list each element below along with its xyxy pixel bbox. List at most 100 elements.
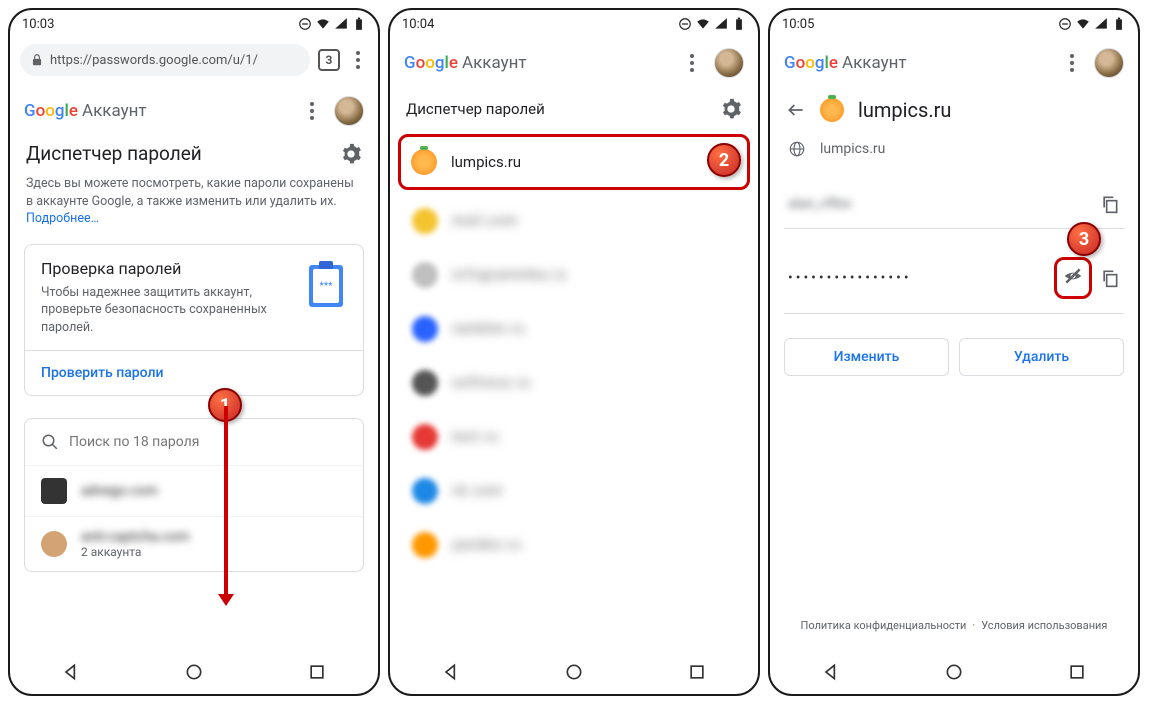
globe-icon bbox=[788, 140, 806, 158]
avatar[interactable] bbox=[334, 96, 364, 126]
password-row-blurred[interactable]: rambler.ru bbox=[390, 302, 758, 356]
more-menu-icon[interactable] bbox=[1062, 53, 1082, 73]
home-nav-icon[interactable] bbox=[564, 662, 584, 682]
eye-off-icon[interactable] bbox=[1063, 266, 1083, 286]
site-name-blurred: mail.com bbox=[452, 213, 518, 229]
more-menu-icon[interactable] bbox=[682, 53, 702, 73]
page-title: Диспетчер паролей bbox=[26, 142, 202, 165]
password-row-blurred[interactable]: vk.com bbox=[390, 464, 758, 518]
password-row[interactable]: anti-captcha.com 2 аккаунта bbox=[25, 516, 363, 571]
recent-nav-icon[interactable] bbox=[1067, 662, 1087, 682]
google-header: Google Аккаунт bbox=[770, 38, 1138, 88]
page-title: Диспетчер паролей bbox=[406, 100, 545, 118]
edit-button[interactable]: Изменить bbox=[784, 338, 949, 376]
home-nav-icon[interactable] bbox=[944, 662, 964, 682]
phone-screen-3: 10:05 Google Аккаунт lumpics.ru lumpics.… bbox=[768, 8, 1140, 696]
site-name-blurred: yandex.ru bbox=[452, 537, 521, 553]
clock: 10:04 bbox=[402, 17, 434, 32]
gear-icon[interactable] bbox=[720, 98, 742, 120]
show-password-highlight: 3 bbox=[1054, 257, 1092, 299]
status-bar: 10:03 bbox=[10, 10, 378, 38]
site-name-blurred: vk.com bbox=[452, 483, 503, 499]
delete-button[interactable]: Удалить bbox=[959, 338, 1124, 376]
battery-icon bbox=[352, 17, 366, 31]
lock-icon bbox=[30, 53, 44, 67]
battery-icon bbox=[732, 17, 746, 31]
card-title: Проверка паролей bbox=[41, 259, 293, 278]
title-bar: lumpics.ru bbox=[770, 88, 1138, 132]
android-nav-bar bbox=[10, 650, 378, 694]
browser-url-bar: https://passwords.google.com/u/1/ 3 bbox=[10, 38, 378, 86]
learn-more-link[interactable]: Подробнее… bbox=[26, 211, 99, 226]
home-nav-icon[interactable] bbox=[184, 662, 204, 682]
google-header: Google Аккаунт bbox=[390, 38, 758, 88]
step-badge-2: 2 bbox=[707, 143, 741, 177]
dnd-icon bbox=[678, 17, 692, 31]
highlighted-password-row[interactable]: lumpics.ru 2 bbox=[398, 134, 750, 190]
gear-icon[interactable] bbox=[340, 143, 362, 165]
status-bar: 10:04 bbox=[390, 10, 758, 38]
password-row-blurred[interactable]: orfogrammka.ru bbox=[390, 248, 758, 302]
section-description: Здесь вы можете посмотреть, какие пароли… bbox=[10, 171, 378, 232]
site-name-blurred: softreus.ru bbox=[452, 375, 531, 391]
check-passwords-link[interactable]: Проверить пароли bbox=[25, 350, 363, 395]
recent-nav-icon[interactable] bbox=[687, 662, 707, 682]
site-favicon bbox=[412, 532, 438, 558]
browser-menu-icon[interactable] bbox=[348, 50, 368, 70]
privacy-link[interactable]: Политика конфиденциальности bbox=[801, 619, 967, 632]
site-favicon-orange bbox=[820, 98, 844, 122]
more-menu-icon[interactable] bbox=[302, 101, 322, 121]
clipboard-icon: *** bbox=[305, 259, 347, 309]
avatar[interactable] bbox=[1094, 48, 1124, 78]
site-favicon-orange bbox=[411, 149, 437, 175]
username-field: alan_rifles bbox=[784, 180, 1124, 229]
recent-nav-icon[interactable] bbox=[307, 662, 327, 682]
password-row-blurred[interactable]: yandex.ru bbox=[390, 518, 758, 572]
google-account-logo: Google Аккаунт bbox=[784, 53, 907, 73]
status-bar: 10:05 bbox=[770, 10, 1138, 38]
google-account-logo: Google Аккаунт bbox=[404, 53, 527, 73]
site-name-blurred: text.ru bbox=[452, 429, 499, 445]
section-header: Диспетчер паролей bbox=[10, 136, 378, 171]
clock: 10:03 bbox=[22, 17, 54, 32]
status-icons bbox=[1058, 17, 1126, 31]
site-name-blurred: rambler.ru bbox=[452, 321, 525, 337]
terms-link[interactable]: Условия использования bbox=[981, 619, 1107, 632]
tab-count-button[interactable]: 3 bbox=[318, 49, 340, 71]
site-favicon bbox=[412, 208, 438, 234]
back-arrow-icon[interactable] bbox=[786, 100, 806, 120]
annotation-arrow bbox=[224, 406, 228, 596]
site-favicon bbox=[412, 424, 438, 450]
domain-row[interactable]: lumpics.ru bbox=[770, 132, 1138, 166]
back-nav-icon[interactable] bbox=[441, 662, 461, 682]
password-row[interactable]: advego.com bbox=[25, 465, 363, 516]
signal-icon bbox=[334, 17, 348, 31]
status-icons bbox=[298, 17, 366, 31]
copy-icon[interactable] bbox=[1100, 194, 1120, 214]
phone-screen-1: 10:03 https://passwords.google.com/u/1/ … bbox=[8, 8, 380, 696]
password-row-blurred[interactable]: mail.com bbox=[390, 194, 758, 248]
url-text: https://passwords.google.com/u/1/ bbox=[50, 53, 258, 68]
action-buttons: Изменить Удалить bbox=[770, 314, 1138, 400]
search-icon bbox=[41, 433, 59, 451]
password-list: advego.com anti-captcha.com 2 аккаунта bbox=[24, 418, 364, 572]
url-field[interactable]: https://passwords.google.com/u/1/ bbox=[20, 44, 310, 76]
password-check-card: Проверка паролей Чтобы надежнее защитить… bbox=[24, 244, 364, 397]
site-name: lumpics.ru bbox=[451, 153, 521, 171]
avatar[interactable] bbox=[714, 48, 744, 78]
search-input[interactable] bbox=[69, 434, 347, 450]
username-value: alan_rifles bbox=[788, 196, 851, 212]
google-header: Google Аккаунт bbox=[10, 86, 378, 136]
site-name-blurred: orfogrammka.ru bbox=[452, 267, 567, 283]
svg-text:***: *** bbox=[320, 281, 334, 292]
footer-links: Политика конфиденциальности · Условия ис… bbox=[770, 609, 1138, 642]
password-row-blurred[interactable]: softreus.ru bbox=[390, 356, 758, 410]
back-nav-icon[interactable] bbox=[61, 662, 81, 682]
back-nav-icon[interactable] bbox=[821, 662, 841, 682]
copy-icon[interactable] bbox=[1100, 268, 1120, 288]
password-row-blurred[interactable]: text.ru bbox=[390, 410, 758, 464]
phone-screen-2: 10:04 Google Аккаунт Диспетчер паролей l… bbox=[388, 8, 760, 696]
site-favicon bbox=[41, 478, 67, 504]
search-row[interactable] bbox=[25, 419, 363, 465]
clock: 10:05 bbox=[782, 17, 814, 32]
